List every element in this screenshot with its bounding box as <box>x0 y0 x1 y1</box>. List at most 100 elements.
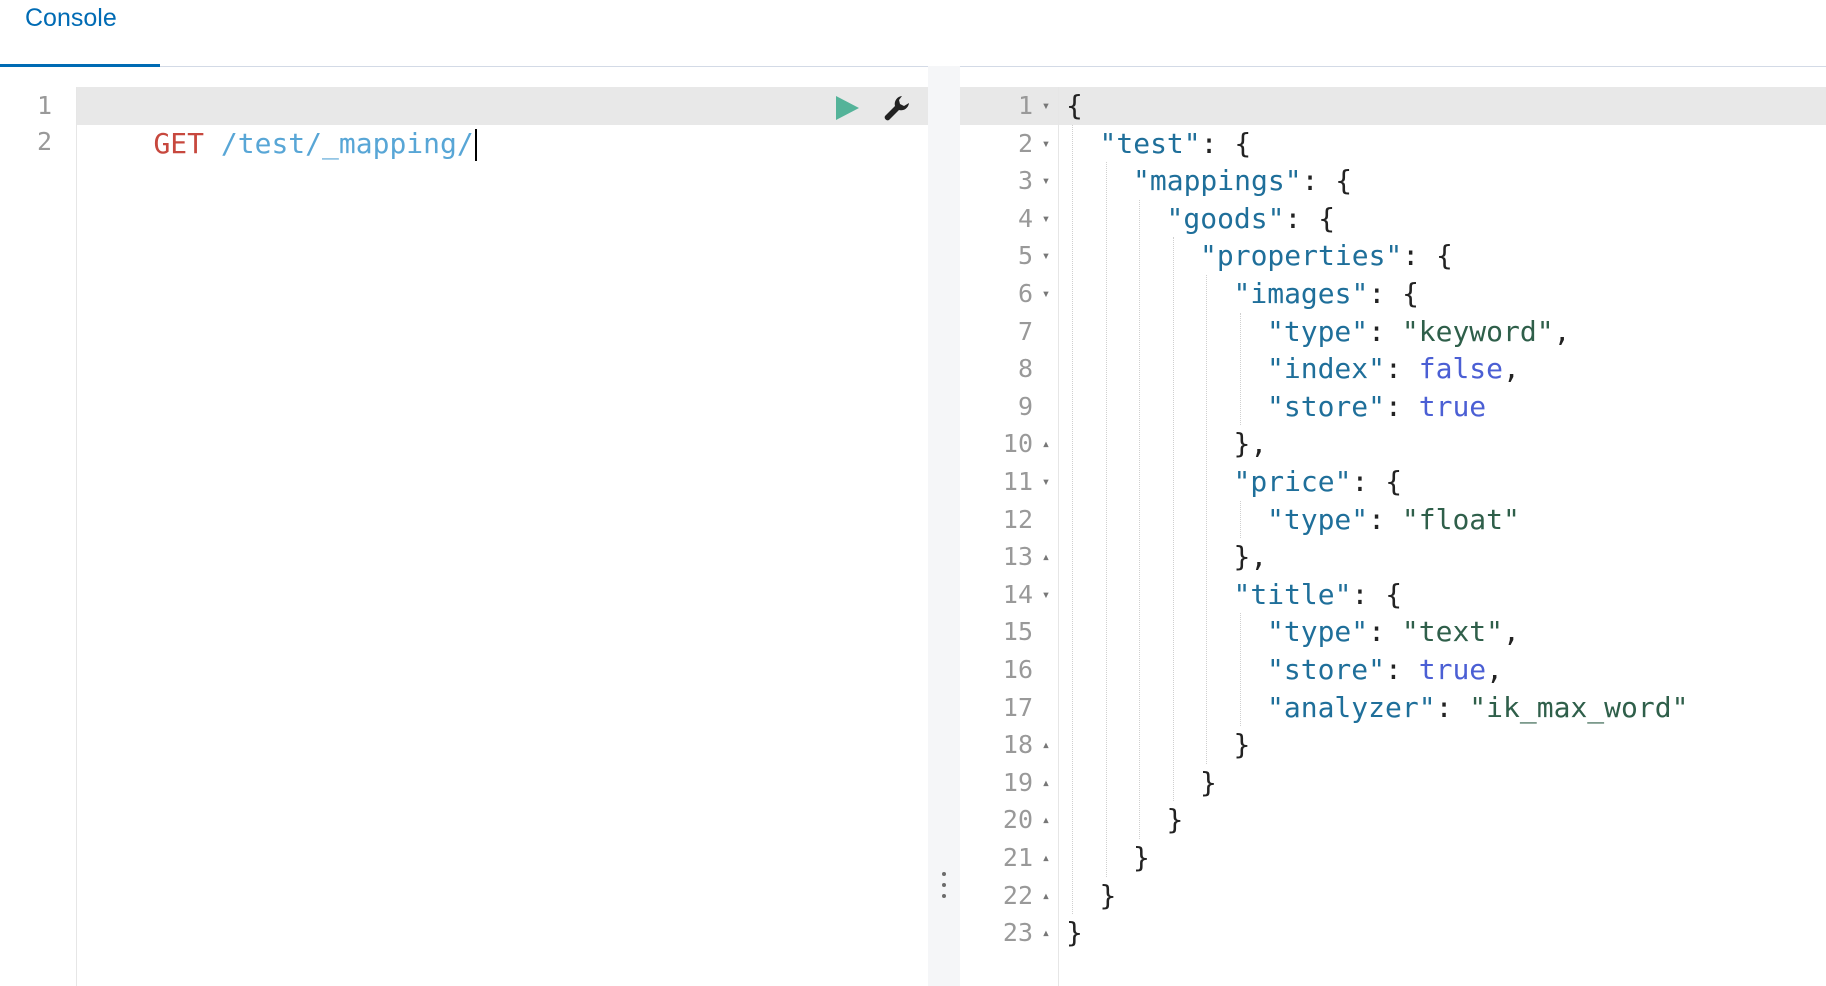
request-gutter: 1 2 <box>0 87 77 986</box>
fold-expand-icon[interactable]: ▴ <box>1038 538 1054 576</box>
line-number: 1 <box>36 91 52 120</box>
response-line: 23 ▴} <box>960 914 1826 952</box>
line-number: 3 <box>1017 166 1033 196</box>
code-text: } <box>1100 877 1117 915</box>
line-number: 23 <box>1002 918 1033 948</box>
fold-collapse-icon[interactable]: ▾ <box>1038 463 1054 501</box>
json-punctuation: : <box>1385 352 1419 386</box>
code-text: }, <box>1234 425 1268 463</box>
json-key: "store" <box>1267 389 1386 423</box>
response-line: 15 "type": "text", <box>960 613 1826 651</box>
json-punctuation: : { <box>1301 164 1353 198</box>
json-boolean: false <box>1418 352 1504 386</box>
request-editor[interactable]: 1 2 GET /test/_mapping/ <box>0 87 928 986</box>
response-line: 20 ▴} <box>960 801 1826 839</box>
response-line: 18 ▴} <box>960 726 1826 764</box>
json-key: "analyzer" <box>1267 690 1436 724</box>
fold-expand-icon[interactable]: ▴ <box>1038 877 1054 915</box>
code-text: } <box>1167 801 1184 839</box>
json-key: "type" <box>1267 502 1369 536</box>
line-number: 17 <box>1002 692 1033 722</box>
json-punctuation: } <box>1166 803 1184 837</box>
fold-collapse-icon[interactable]: ▾ <box>1038 576 1054 614</box>
line-number: 9 <box>1017 391 1033 421</box>
json-punctuation: } <box>1233 728 1251 762</box>
json-key: "title" <box>1233 577 1352 611</box>
json-punctuation: } <box>1066 916 1083 950</box>
json-string: "ik_max_word" <box>1469 690 1689 724</box>
json-boolean: true <box>1418 653 1487 686</box>
line-number: 19 <box>1002 767 1033 797</box>
send-request-button[interactable] <box>832 94 862 122</box>
fold-expand-icon[interactable]: ▴ <box>1038 764 1054 802</box>
line-number: 2 <box>1017 128 1033 158</box>
line-number: 16 <box>1002 655 1033 684</box>
play-icon <box>836 96 859 120</box>
line-number: 4 <box>1017 203 1033 233</box>
line-number: 11 <box>1002 467 1033 496</box>
response-line: 5 ▾ "properties": { <box>960 237 1826 275</box>
response-line: 14 ▾ "title": { <box>960 576 1826 614</box>
json-key: "type" <box>1267 615 1369 649</box>
json-string: "float" <box>1401 502 1520 536</box>
fold-collapse-icon[interactable]: ▾ <box>1038 87 1054 125</box>
json-punctuation: , <box>1486 653 1504 686</box>
line-number: 21 <box>1002 843 1033 872</box>
fold-collapse-icon[interactable]: ▾ <box>1038 125 1054 163</box>
tab-bar: Console <box>0 0 1826 67</box>
vertical-dots-icon <box>940 872 948 906</box>
code-text: "properties": { <box>1200 237 1453 275</box>
json-punctuation: , <box>1503 352 1520 386</box>
code-text: }, <box>1234 538 1268 576</box>
code-text: "store": true <box>1267 388 1486 426</box>
line-number: 6 <box>1017 279 1033 308</box>
response-line: 9 "store": true <box>960 388 1826 426</box>
json-punctuation: : { <box>1351 465 1403 498</box>
response-line: 7 "type": "keyword", <box>960 313 1826 351</box>
response-line: 21 ▴} <box>960 839 1826 877</box>
response-line: 22 ▴} <box>960 877 1826 915</box>
text-cursor <box>474 129 477 161</box>
json-string: "text" <box>1401 615 1504 649</box>
response-line: 1 ▾ { <box>960 87 1826 125</box>
json-punctuation: }, <box>1233 427 1268 461</box>
line-number: 12 <box>1002 504 1033 534</box>
response-line: 10 ▴}, <box>960 425 1826 463</box>
json-key: "price" <box>1233 465 1352 498</box>
json-punctuation: } <box>1200 765 1217 799</box>
fold-expand-icon[interactable]: ▴ <box>1038 425 1054 463</box>
json-punctuation: , <box>1503 615 1520 649</box>
json-punctuation: : { <box>1351 577 1403 611</box>
code-text: { <box>1066 87 1083 125</box>
fold-collapse-icon[interactable]: ▾ <box>1038 162 1054 200</box>
response-line: 8 "index": false, <box>960 350 1826 388</box>
fold-expand-icon[interactable]: ▴ <box>1038 801 1054 839</box>
request-settings-button[interactable] <box>882 93 914 123</box>
json-punctuation: { <box>1066 89 1083 122</box>
json-punctuation: : <box>1368 314 1402 348</box>
fold-collapse-icon[interactable]: ▾ <box>1038 275 1054 313</box>
tab-console-label: Console <box>25 4 117 32</box>
code-text: "title": { <box>1234 576 1403 614</box>
fold-collapse-icon[interactable]: ▾ <box>1038 200 1054 238</box>
code-text: } <box>1200 764 1217 802</box>
fold-expand-icon[interactable]: ▴ <box>1038 914 1054 952</box>
line-number: 10 <box>1002 429 1033 459</box>
request-line[interactable]: GET /test/_mapping/ <box>86 87 477 161</box>
response-viewer[interactable]: 1 ▾{2 ▾ "test": {3 ▾ "mappings": {4 ▾ "goods": … <box>960 87 1826 986</box>
fold-expand-icon[interactable]: ▴ <box>1038 839 1054 877</box>
code-text: "mappings": { <box>1133 162 1352 200</box>
pane-resizer[interactable] <box>928 66 960 986</box>
json-punctuation: : <box>1368 615 1402 649</box>
code-text: "type": "text", <box>1267 613 1520 651</box>
code-text: } <box>1066 914 1083 952</box>
fold-expand-icon[interactable]: ▴ <box>1038 726 1054 764</box>
response-line: 13 ▴}, <box>960 538 1826 576</box>
tab-console[interactable]: Console <box>0 0 160 67</box>
json-key: "images" <box>1233 277 1369 310</box>
json-punctuation: : <box>1385 389 1419 423</box>
fold-collapse-icon[interactable]: ▾ <box>1038 237 1054 275</box>
response-line: 4 ▾ "goods": { <box>960 200 1826 238</box>
code-text: } <box>1133 839 1150 877</box>
json-key: "goods" <box>1166 201 1285 235</box>
